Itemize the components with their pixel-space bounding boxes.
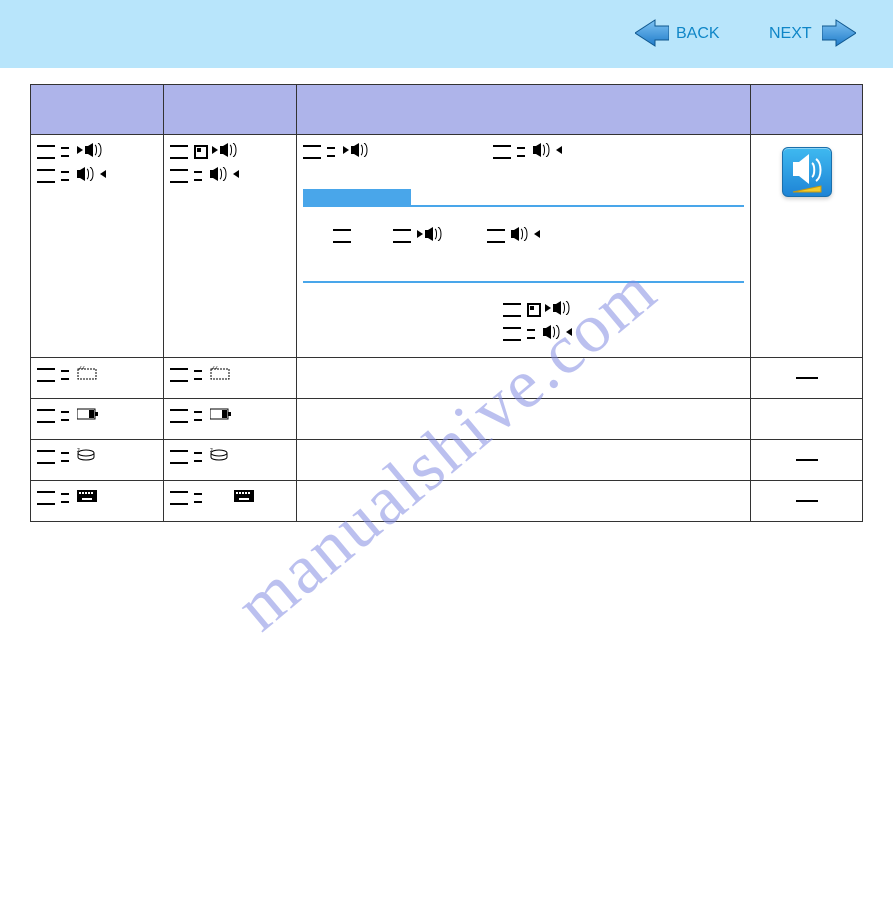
volume-up-icon bbox=[77, 167, 107, 186]
table-row bbox=[31, 481, 863, 522]
sleep-icon: zz bbox=[210, 366, 230, 385]
table-row: zz zz bbox=[31, 358, 863, 399]
table-header bbox=[164, 85, 297, 135]
svg-text:zz: zz bbox=[79, 366, 85, 371]
back-arrow-icon[interactable] bbox=[635, 18, 669, 53]
back-link[interactable]: BACK bbox=[676, 25, 720, 43]
keyboard-icon bbox=[77, 489, 97, 507]
tab-strip bbox=[303, 189, 744, 207]
dash-icon bbox=[796, 500, 818, 502]
divider bbox=[303, 281, 744, 283]
volume-down-icon bbox=[545, 301, 575, 320]
keyboard-icon bbox=[234, 489, 254, 507]
volume-down-icon bbox=[343, 143, 373, 162]
top-bar: BACK NEXT bbox=[0, 0, 893, 68]
dash-icon bbox=[796, 459, 818, 461]
volume-up-icon bbox=[511, 227, 541, 246]
battery-icon bbox=[210, 407, 232, 425]
square-icon bbox=[194, 145, 208, 159]
table-header bbox=[751, 85, 863, 135]
volume-up-icon bbox=[543, 325, 573, 344]
square-icon bbox=[527, 303, 541, 317]
active-tab bbox=[303, 189, 411, 207]
hibernate-icon: z bbox=[77, 448, 95, 467]
svg-text:z: z bbox=[77, 448, 80, 454]
volume-up-icon bbox=[210, 167, 240, 186]
battery-icon bbox=[77, 407, 99, 425]
table-row: z z bbox=[31, 440, 863, 481]
hotkey-table: zz zz bbox=[30, 84, 863, 522]
table-row bbox=[31, 399, 863, 440]
svg-text:zz: zz bbox=[212, 366, 218, 371]
table-header bbox=[31, 85, 164, 135]
table-header bbox=[297, 85, 751, 135]
svg-text:z: z bbox=[210, 448, 213, 454]
volume-down-icon bbox=[212, 143, 242, 162]
next-arrow-icon[interactable] bbox=[822, 18, 856, 53]
hibernate-icon: z bbox=[210, 448, 228, 467]
dash-icon bbox=[796, 377, 818, 379]
volume-up-icon bbox=[533, 143, 563, 162]
sleep-icon: zz bbox=[77, 366, 97, 385]
volume-osd-icon bbox=[782, 147, 832, 197]
table-row bbox=[31, 135, 863, 358]
volume-down-icon bbox=[417, 227, 447, 246]
next-link[interactable]: NEXT bbox=[769, 25, 812, 43]
volume-down-icon bbox=[77, 143, 107, 162]
